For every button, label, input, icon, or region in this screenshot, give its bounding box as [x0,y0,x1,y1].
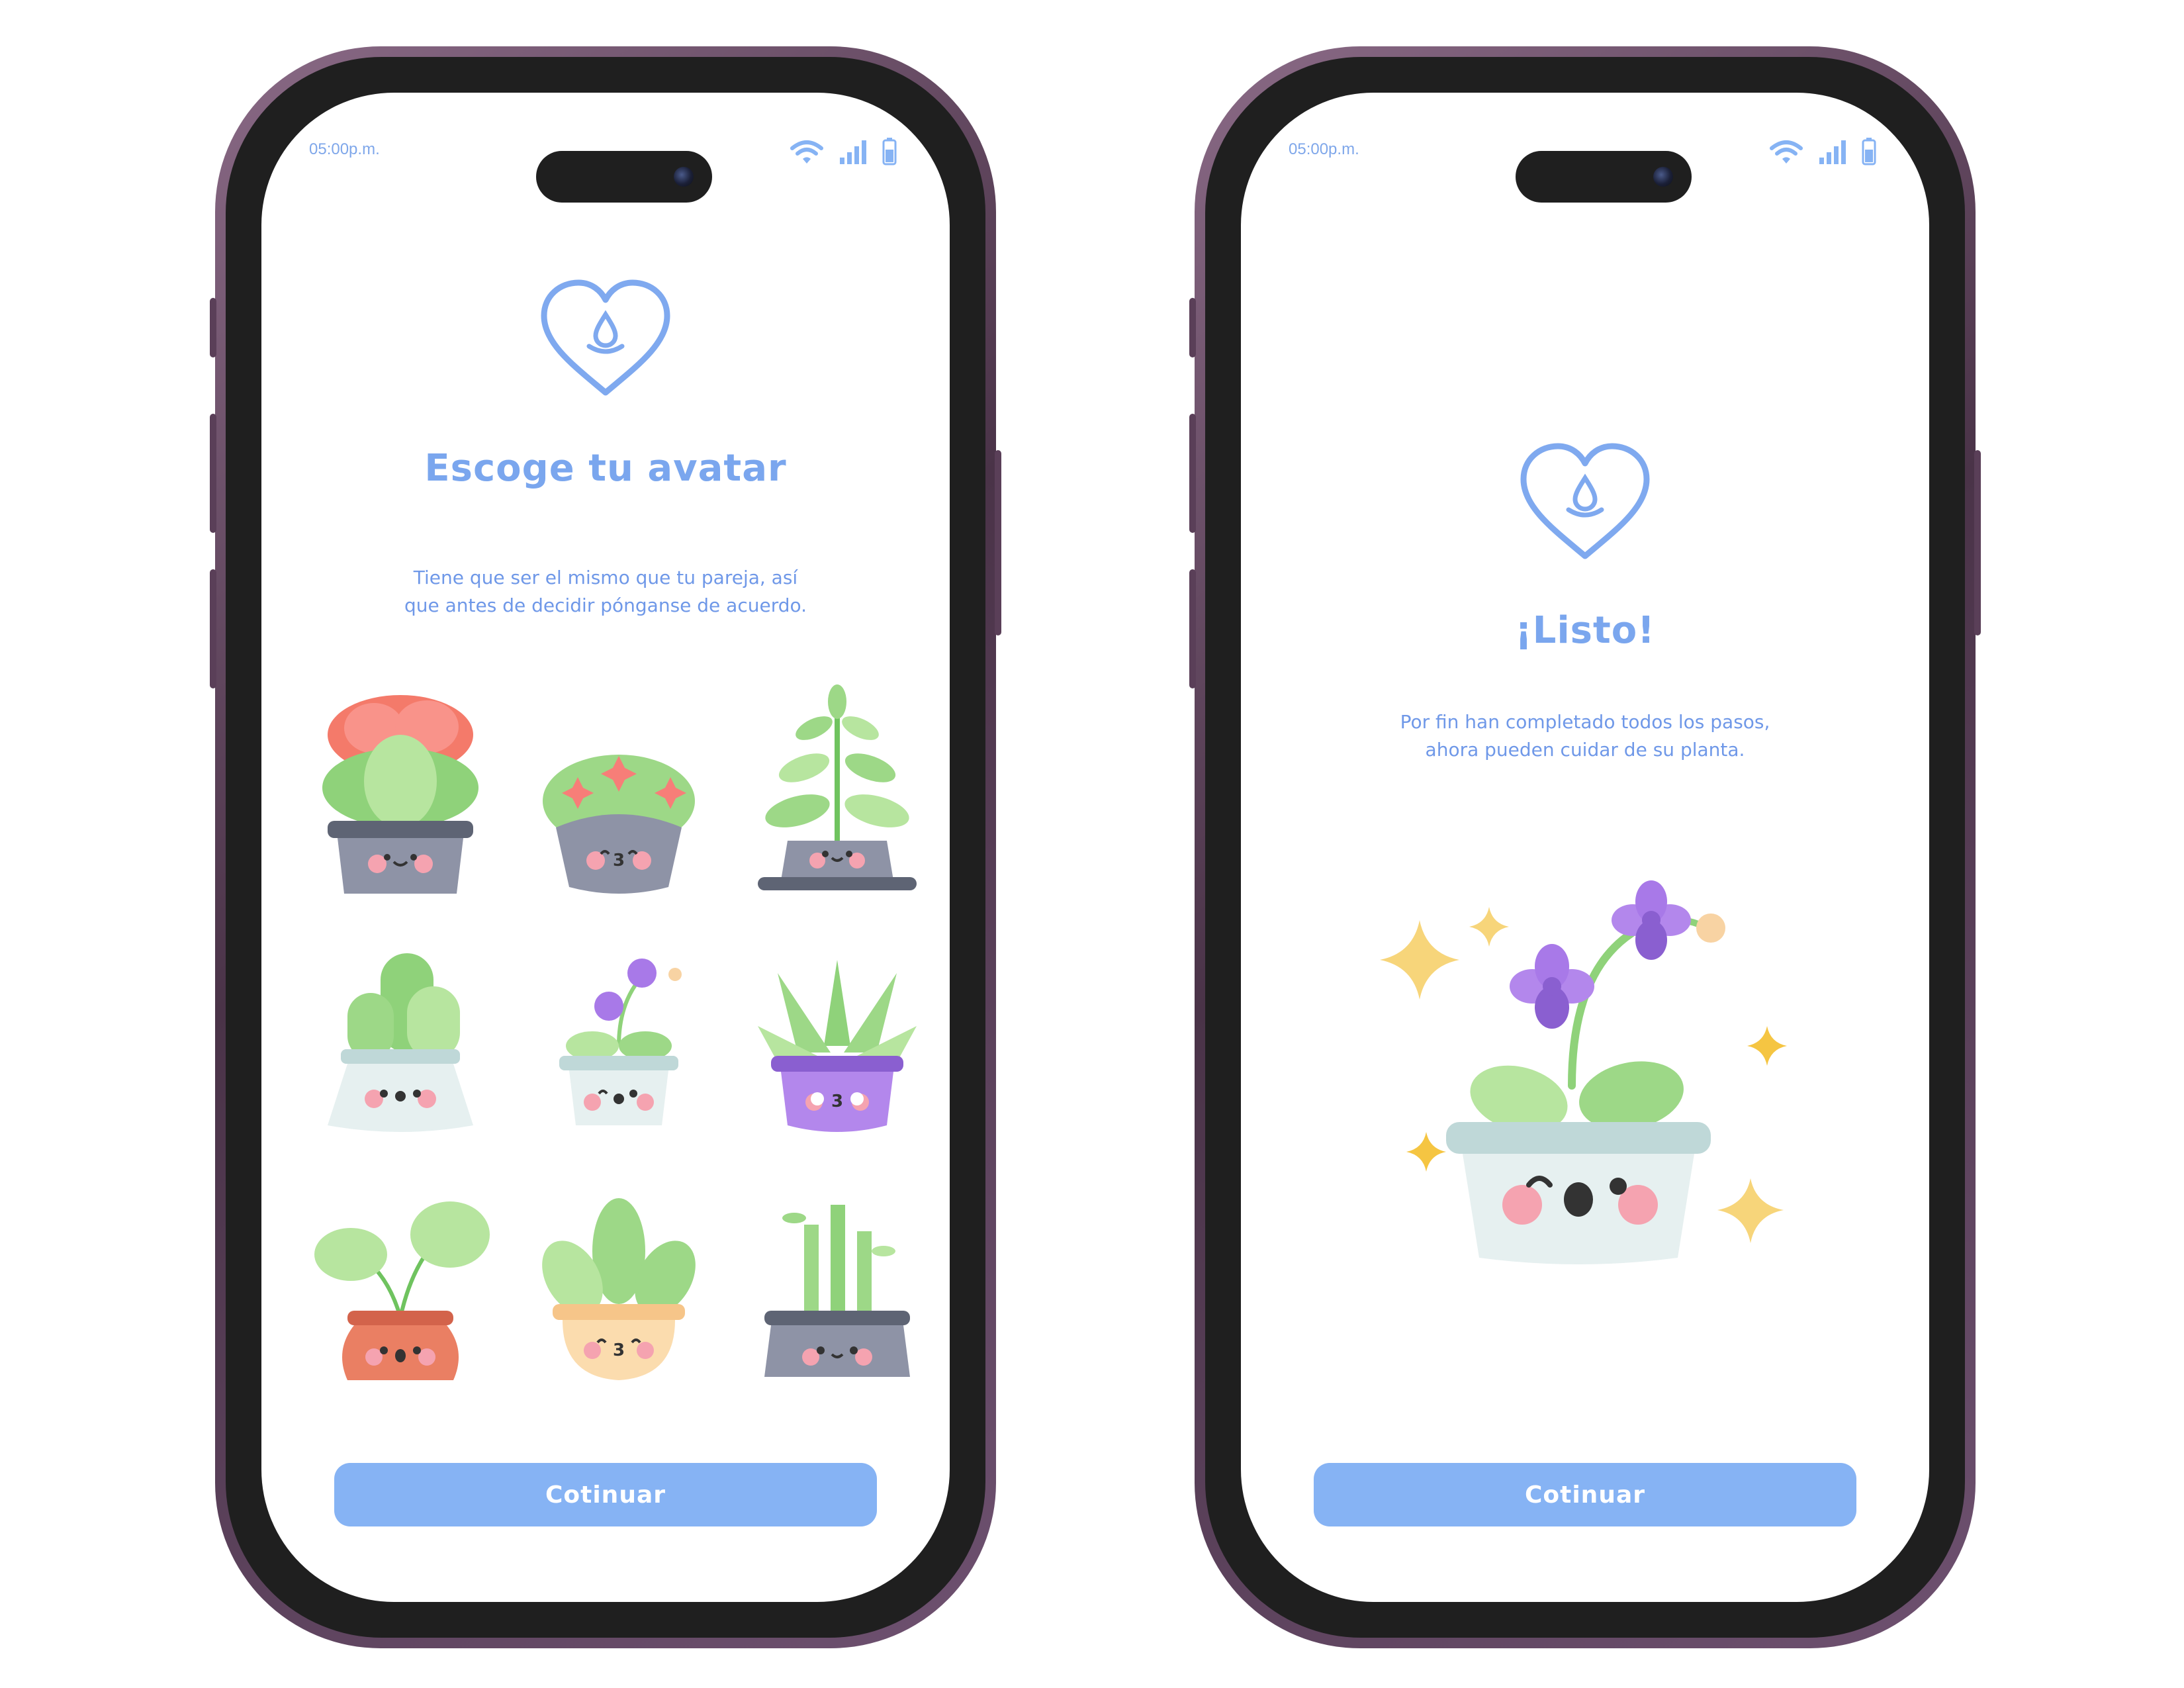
page-title: ¡Listo! [1515,609,1655,652]
avatar-option[interactable]: 3 [738,914,936,1158]
sparkle-icon [1469,907,1509,947]
avatar-screen: 05:00p.m. Escoge tu avatar Tiene que ser… [261,93,950,1602]
subtitle-line: ahora pueden cuidar de su planta. [1425,739,1745,761]
pink-star-cactus-icon: 3 [543,755,695,894]
done-screen: 05:00p.m. ¡Listo! Por fin han completado… [1241,93,1929,1602]
power-button [1974,450,1981,635]
aloe-plant-icon: 3 [758,960,917,1132]
battery-icon [1862,138,1876,165]
page-title: Escoge tu avatar [424,447,787,490]
avatar-option[interactable]: 3 [520,1158,718,1403]
svg-text:3: 3 [831,1092,843,1111]
volume-up-button [210,414,216,533]
subtitle-line: que antes de decidir pónganse de acuerdo… [404,594,807,616]
sparkle-icon [1380,920,1459,1000]
mute-switch [210,298,216,357]
phone-frame-right: 05:00p.m. ¡Listo! Por fin han completado… [1189,46,1981,1648]
avatar-option[interactable] [520,914,718,1158]
continue-button[interactable]: Cotinuar [334,1463,877,1526]
avatar-option[interactable] [738,1158,936,1403]
sparkle-icon [1717,1178,1784,1243]
phone-bezel: 05:00p.m. [1205,57,1965,1638]
power-button [995,450,1001,635]
status-icons [790,138,897,165]
sparkle-icon [1406,1132,1446,1172]
signal-icon [840,140,866,164]
mute-switch [1189,298,1196,357]
volume-down-button [1189,569,1196,688]
orchid-plant-icon [559,959,682,1125]
dynamic-island [536,151,712,203]
avatar-option[interactable] [301,669,500,914]
status-icons [1769,138,1876,165]
bamboo-plant-icon [764,1205,910,1377]
subtitle: Tiene que ser el mismo que tu pareja, as… [314,564,897,620]
volume-up-button [1189,414,1196,533]
avatar-option[interactable] [301,914,500,1158]
svg-text:3: 3 [613,851,625,870]
sparkle-icon [1747,1026,1787,1066]
battery-icon [882,138,897,165]
dynamic-island [1516,151,1692,203]
continue-button[interactable]: Cotinuar [1314,1463,1856,1526]
sprout-plant-icon: 3 [542,1198,696,1380]
status-time: 05:00p.m. [309,140,380,158]
heart-drop-logo-icon [541,279,670,396]
signal-icon [1819,140,1846,164]
round-cactus-icon [328,953,473,1132]
wifi-icon [1770,140,1803,164]
avatar-option[interactable] [738,669,936,914]
subtitle: Por fin han completado todos los pasos, … [1294,708,1876,764]
subtitle-line: Por fin han completado todos los pasos, [1400,711,1770,733]
tall-leaf-plant-icon [758,684,917,890]
avatar-option[interactable]: 3 [520,669,718,914]
camera-icon [1653,167,1673,187]
orchid-plant-illustration-icon [1380,880,1787,1264]
monstera-plant-icon [314,1201,490,1380]
svg-text:3: 3 [613,1340,625,1360]
wifi-icon [790,140,823,164]
heart-drop-logo-icon [1520,443,1650,559]
phone-bezel: 05:00p.m. [226,57,985,1638]
subtitle-line: Tiene que ser el mismo que tu pareja, as… [413,567,798,588]
camera-icon [674,167,694,187]
phone-frame-left: 05:00p.m. Escoge tu avatar Tiene que ser… [210,46,1001,1648]
status-time: 05:00p.m. [1289,140,1359,158]
lettuce-flower-plant-icon [322,695,478,894]
avatar-option[interactable] [301,1158,500,1403]
avatar-grid: 3 3 3 [301,669,936,1403]
volume-down-button [210,569,216,688]
